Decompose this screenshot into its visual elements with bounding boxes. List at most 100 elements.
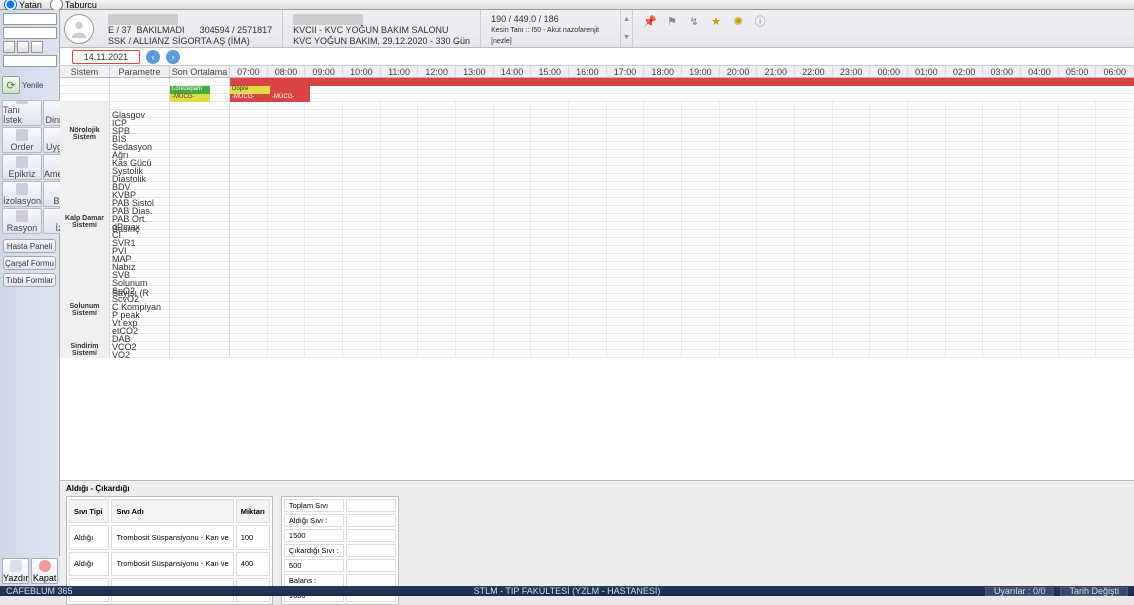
search-input-1[interactable] (3, 13, 57, 25)
patient-header: XXXXX E / 37 BAKILMADI 304594 / 2571817 … (60, 10, 1134, 48)
time-col: 20:00 (720, 66, 758, 77)
pin-icon[interactable]: 📌 (643, 14, 657, 28)
date-prev-button[interactable]: ‹ (146, 50, 160, 64)
param-label: Nabız (110, 262, 170, 269)
param-label: ScvO2 (110, 294, 170, 301)
time-col: 22:00 (795, 66, 833, 77)
time-col: 05:00 (1059, 66, 1097, 77)
param-label: Glasgov (110, 110, 170, 117)
param-label: MAP (110, 254, 170, 261)
time-col: 08:00 (268, 66, 306, 77)
search-input-3[interactable] (3, 55, 57, 67)
status-hospital: STLM - TIP FAKÜLTESİ (YZLM - HASTANESİ) (474, 586, 661, 596)
top-menu-bar: Yatan Taburcu (0, 0, 1134, 10)
time-col: 16:00 (569, 66, 607, 77)
tool-Order[interactable]: Order (2, 127, 42, 153)
col-header-avg: Son Ortalama (170, 66, 230, 77)
time-col: 23:00 (833, 66, 871, 77)
system-label: Solunum Sistemi (60, 278, 110, 342)
param-label: Ağrı (110, 150, 170, 157)
status-app-name: CAFEBLUM 365 (6, 586, 73, 596)
param-label: dPmax (110, 222, 170, 229)
chart-icon[interactable]: ↯ (687, 14, 701, 28)
time-col: 14:00 (494, 66, 532, 77)
scroll-down-icon[interactable]: ▼ (623, 34, 630, 41)
param-label: VCO2 (110, 342, 170, 349)
time-col: 17:00 (607, 66, 645, 77)
patient-name-redacted: XXXXX (108, 14, 178, 25)
refresh-label: Yenile (22, 81, 44, 90)
param-label: Vt exp (110, 318, 170, 325)
side-btn-Çarşaf Formu[interactable]: Çarşaf Formu (3, 256, 56, 270)
search-mini-btn-1[interactable] (3, 41, 15, 53)
status-date-changed[interactable]: Tarih Değişti (1060, 587, 1128, 596)
gear-icon[interactable]: ✺ (731, 14, 745, 28)
param-label: Solunum Sayısı (R (110, 278, 170, 285)
param-label: P peak (110, 310, 170, 317)
param-label: SPB (110, 126, 170, 133)
flag-icon[interactable]: ⚑ (665, 14, 679, 28)
param-label: Diastolik (110, 174, 170, 181)
tool-Tanı İstek[interactable]: Tanı İstek (2, 100, 42, 126)
system-label: Sindirim Sistemi (60, 342, 110, 358)
patient-avatar (64, 14, 94, 44)
system-label: Nörolojik Sistem (60, 102, 110, 166)
date-next-button[interactable]: › (166, 50, 180, 64)
time-col: 03:00 (983, 66, 1021, 77)
side-btn-Hasta Paneli[interactable]: Hasta Paneli (3, 239, 56, 253)
print-button[interactable]: Yazdır (2, 558, 29, 584)
param-label: SpO2 (110, 286, 170, 293)
param-label: Systolik (110, 166, 170, 173)
param-label: C Kompiyan (110, 302, 170, 309)
param-label: VO2 (110, 350, 170, 357)
param-label: DAB (110, 334, 170, 341)
param-label: BDV (110, 182, 170, 189)
system-label: Kalp Damar Sistemi (60, 166, 110, 278)
time-col: 12:00 (418, 66, 456, 77)
param-label: BİS (110, 134, 170, 141)
search-input-2[interactable] (3, 27, 57, 39)
time-col: 21:00 (757, 66, 795, 77)
param-label: etCO2 (110, 326, 170, 333)
time-col: 02:00 (946, 66, 984, 77)
col-header-param: Parametre (110, 66, 170, 77)
date-field[interactable]: 14.11.2021 (72, 50, 140, 64)
time-col: 19:00 (682, 66, 720, 77)
time-col: 13:00 (456, 66, 494, 77)
refresh-button[interactable]: ⟳ (2, 76, 20, 94)
unit-name-redacted: XXXXX (293, 14, 363, 25)
tool-Epikriz[interactable]: Epikriz (2, 154, 42, 180)
param-label: PAB Sistol (110, 198, 170, 205)
time-col: 04:00 (1021, 66, 1059, 77)
time-col: 07:00 (230, 66, 268, 77)
param-label: CI (110, 230, 170, 237)
info-icon[interactable]: ⓘ (753, 14, 767, 28)
time-col: 18:00 (644, 66, 682, 77)
scroll-up-icon[interactable]: ▲ (623, 16, 630, 23)
param-label: KVBP (110, 190, 170, 197)
tool-Rasyon[interactable]: Rasyon (2, 208, 42, 234)
left-toolbar: ⟳ Yenile Tanı İstekDinik İstekOrderUygul… (0, 10, 60, 586)
side-btn-Tıbbi Formlar[interactable]: Tıbbi Formlar (3, 273, 56, 287)
time-col: 01:00 (908, 66, 946, 77)
timeline-header: Sistem Parametre Son Ortalama 07:0008:00… (60, 66, 1134, 78)
search-mini-btn-2[interactable] (17, 41, 29, 53)
param-label (110, 102, 170, 109)
time-col: 00:00 (870, 66, 908, 77)
status-warnings[interactable]: Uyarılar : 0/0 (985, 587, 1055, 596)
time-col: 15:00 (531, 66, 569, 77)
time-col: 06:00 (1096, 66, 1134, 77)
time-col: 09:00 (305, 66, 343, 77)
star-icon[interactable]: ★ (709, 14, 723, 28)
close-button[interactable]: Kapat (31, 558, 58, 584)
param-label: Kas Gücü (110, 158, 170, 165)
col-header-system: Sistem (60, 66, 110, 77)
param-label: PVI (110, 246, 170, 253)
param-label: PAB Dias. (110, 206, 170, 213)
search-mini-btn-3[interactable] (31, 41, 43, 53)
param-label: SVR1 (110, 238, 170, 245)
param-label: SVB (110, 270, 170, 277)
time-col: 11:00 (381, 66, 419, 77)
fluid-balance-panel: Aldığı - Çıkardığı Sıvı TipiSıvı AdıMikt… (60, 480, 1134, 586)
tool-İzolasyon[interactable]: İzolasyon (2, 181, 42, 207)
